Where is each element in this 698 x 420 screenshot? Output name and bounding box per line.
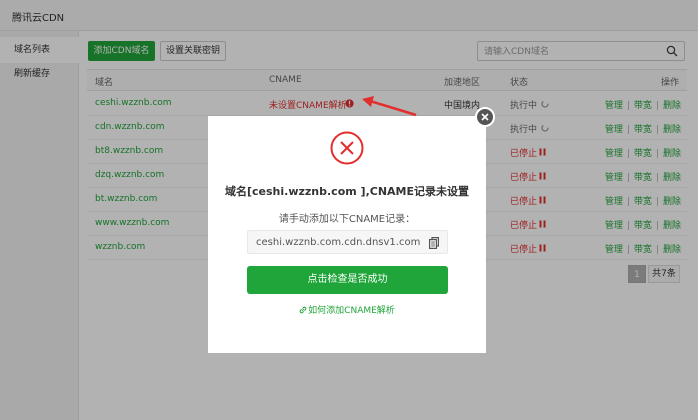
check-success-button[interactable]: 点击检查是否成功 [247, 266, 448, 294]
close-icon [481, 113, 489, 121]
dialog-subtitle: 请手动添加以下CNAME记录： [278, 214, 416, 225]
help-link-label[interactable]: 如何添加CNAME解析 [308, 306, 395, 316]
dialog-close-button[interactable] [475, 107, 495, 127]
dialog-title: 域名[ceshi.wzznb.com ],CNAME记录未设置 [224, 185, 469, 198]
error-circle-icon [330, 131, 364, 165]
copy-icon[interactable] [429, 237, 439, 249]
link-icon [299, 306, 307, 314]
cname-dialog: 域名[ceshi.wzznb.com ],CNAME记录未设置 请手动添加以下C… [208, 116, 486, 353]
cname-value: ceshi.wzznb.com.cdn.dnsv1.com [256, 237, 421, 248]
cname-record-box: ceshi.wzznb.com.cdn.dnsv1.com [247, 230, 448, 254]
help-link[interactable]: 如何添加CNAME解析 [208, 303, 486, 316]
